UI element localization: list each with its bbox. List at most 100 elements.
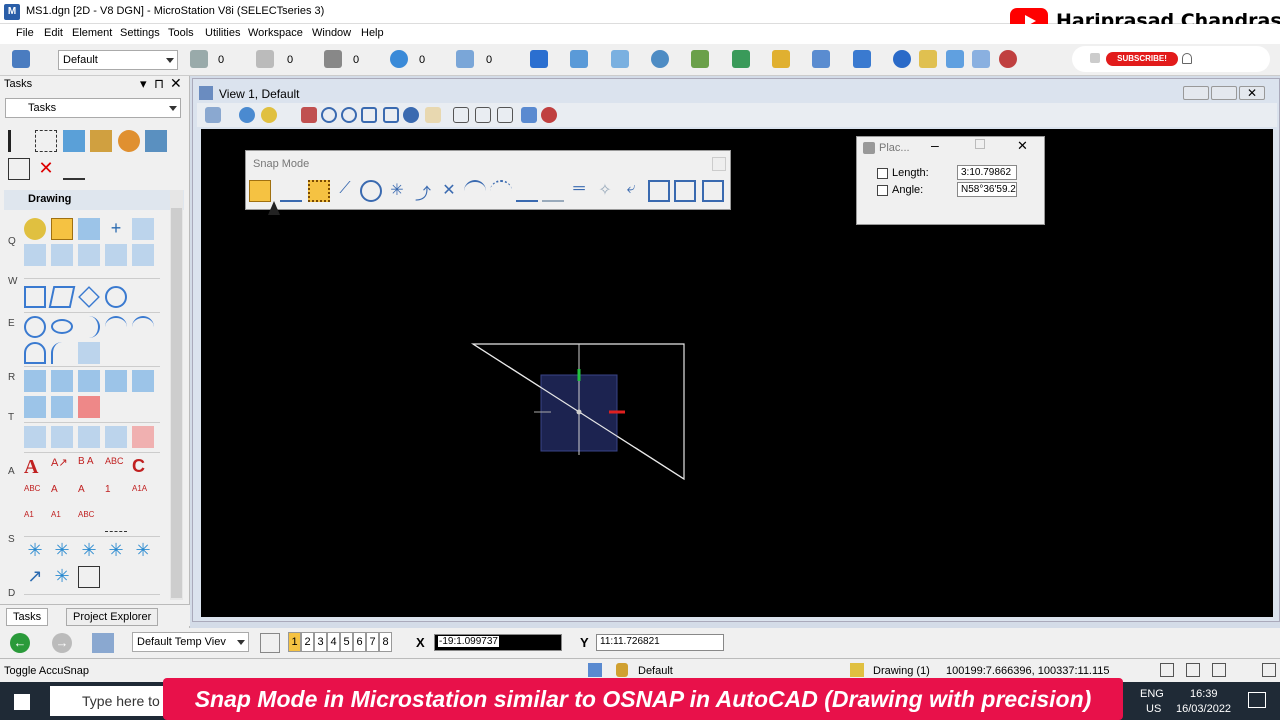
drop-icon[interactable] [63, 158, 85, 180]
language-label[interactable]: ENG [1140, 688, 1164, 700]
priority-icon[interactable] [456, 50, 474, 68]
view-button-4[interactable]: 4 [327, 632, 340, 652]
tangent-snap-icon[interactable] [464, 180, 486, 202]
view-groups-icon[interactable] [260, 633, 280, 653]
accudraw-tool-icon[interactable] [24, 218, 46, 240]
zoom-out-icon[interactable] [341, 107, 357, 123]
color-icon[interactable] [190, 50, 208, 68]
subscribe-button[interactable]: SUBSCRIBE! [1106, 52, 1178, 66]
transparency-icon[interactable] [390, 50, 408, 68]
text-node-icon[interactable]: B A [78, 456, 100, 478]
match-pattern-icon[interactable] [51, 396, 73, 418]
view-attributes-icon[interactable] [205, 107, 221, 123]
length-field[interactable]: 3:10.79862 [957, 165, 1017, 180]
clock-time[interactable]: 16:39 [1190, 688, 1218, 700]
midpoint-snap-icon[interactable]: ⟋ [334, 180, 356, 202]
half-ellipse-icon[interactable] [24, 342, 46, 364]
message-center-icon[interactable] [1262, 663, 1276, 677]
menu-help[interactable]: Help [361, 27, 384, 39]
active-model[interactable]: Drawing (1) [873, 665, 930, 677]
origin-snap-icon[interactable]: ✳ [386, 180, 408, 202]
save-status-icon[interactable] [1160, 663, 1174, 677]
tab-project-explorer[interactable]: Project Explorer [66, 608, 159, 626]
pan-view-icon[interactable] [425, 107, 441, 123]
copy-icon[interactable] [570, 50, 588, 68]
place-text-icon[interactable]: A [24, 456, 46, 478]
view-button-6[interactable]: 6 [353, 632, 366, 652]
circle-icon[interactable] [24, 316, 46, 338]
dialog-close-icon[interactable]: ✕ [1017, 138, 1028, 154]
rectangle-icon[interactable] [24, 286, 46, 308]
menu-utilities[interactable]: Utilities [205, 27, 240, 39]
raster-icon[interactable] [651, 50, 669, 68]
nearest-snap-icon[interactable] [280, 180, 302, 202]
point-on-snap-icon[interactable]: ⤶ [620, 180, 642, 202]
increment-text-icon[interactable]: A1A [132, 484, 154, 506]
scrollbar-thumb[interactable] [171, 208, 182, 598]
ellipse-icon[interactable] [51, 319, 73, 334]
pattern-icon[interactable] [51, 370, 73, 392]
clock-date[interactable]: 16/03/2022 [1176, 703, 1231, 715]
display-icon[interactable] [812, 50, 830, 68]
auto-hide-icon[interactable]: ⊓ [154, 76, 164, 92]
hatch-icon[interactable] [24, 370, 46, 392]
view-button-7[interactable]: 7 [366, 632, 379, 652]
scale-icon[interactable] [8, 158, 30, 180]
active-level[interactable]: Default [638, 665, 673, 677]
pin-icon[interactable]: ▾ [140, 76, 147, 92]
view-button-2[interactable]: 2 [301, 632, 314, 652]
view-button-3[interactable]: 3 [314, 632, 327, 652]
review-icon[interactable] [1212, 663, 1226, 677]
angle-field[interactable]: N58°36'59.2 [957, 182, 1017, 197]
menu-settings[interactable]: Settings [120, 27, 160, 39]
rotate-view-icon[interactable] [403, 107, 419, 123]
dimension-radial-icon[interactable]: ✳ [105, 540, 127, 562]
info-icon[interactable] [893, 50, 911, 68]
view-group-combo[interactable]: Default Temp Viev [132, 632, 249, 652]
menu-tools[interactable]: Tools [168, 27, 194, 39]
multiline-icon[interactable] [78, 244, 100, 266]
models-icon[interactable] [732, 50, 750, 68]
x-coordinate-field[interactable]: -19:1.099737 [434, 634, 562, 651]
intersection-snap-icon[interactable]: ✕ [438, 180, 460, 202]
dimension-size-icon[interactable]: ✳ [51, 540, 73, 562]
center-snap-icon[interactable] [360, 180, 382, 202]
clip-volume-icon[interactable] [497, 107, 513, 123]
display-style-icon[interactable] [239, 107, 255, 123]
menu-edit[interactable]: Edit [44, 27, 63, 39]
level-manager-icon[interactable] [12, 50, 30, 68]
3d-icon[interactable] [63, 130, 85, 152]
fit-view-icon[interactable] [383, 107, 399, 123]
arc-length-icon[interactable] [132, 316, 154, 338]
element-selection-icon[interactable] [530, 50, 548, 68]
menu-workspace[interactable]: Workspace [248, 27, 303, 39]
level-combo[interactable]: Default [58, 50, 178, 70]
place-smartline-icon[interactable] [78, 218, 100, 240]
bell-icon[interactable] [1182, 53, 1192, 64]
curve-icon[interactable] [24, 244, 46, 266]
through-point-snap-icon[interactable]: ✧ [594, 180, 616, 202]
multi-snap-2-icon[interactable] [674, 180, 696, 202]
modify-arc-icon[interactable] [105, 316, 127, 338]
angle-checkbox[interactable] [877, 185, 888, 196]
menu-file[interactable]: File [16, 27, 34, 39]
view-previous-icon[interactable] [453, 107, 469, 123]
perpendicular-snap-icon[interactable] [516, 180, 538, 202]
copy-text-icon[interactable]: A1 [24, 510, 46, 532]
dimension-angle-icon[interactable]: ✳ [78, 540, 100, 562]
references-icon[interactable] [611, 50, 629, 68]
line-style-icon[interactable] [256, 50, 274, 68]
match-text-icon[interactable]: A [78, 484, 100, 506]
place-point-icon[interactable]: + [105, 218, 127, 240]
snap-status-icon[interactable] [588, 663, 602, 677]
edit-text-icon[interactable]: ABC [24, 484, 46, 506]
display-text-icon[interactable]: A [51, 484, 73, 506]
dialog-minimize-icon[interactable]: – [931, 137, 939, 153]
zoom-in-icon[interactable] [321, 107, 337, 123]
view-button-8[interactable]: 8 [379, 632, 392, 652]
quarter-ellipse-icon[interactable] [51, 342, 73, 364]
delete-pattern-icon[interactable] [105, 370, 127, 392]
close-button[interactable]: ✕ [1239, 86, 1265, 100]
perpendicular-point-snap-icon[interactable] [542, 180, 564, 202]
tasks-dropdown[interactable]: Tasks [5, 98, 181, 118]
